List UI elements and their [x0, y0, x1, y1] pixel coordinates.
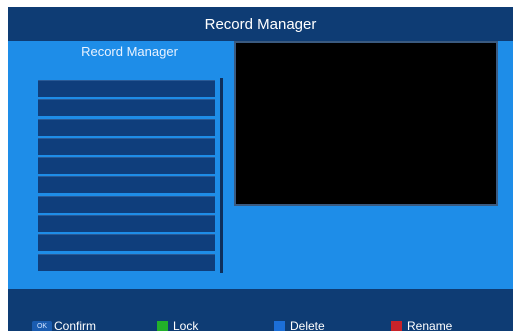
record-row[interactable]: [38, 195, 215, 213]
blue-key-icon: [274, 320, 285, 331]
confirm-label: Confirm: [54, 319, 97, 331]
panel-title: Record Manager: [81, 44, 178, 59]
lock-label: Lock: [173, 319, 199, 331]
video-preview: [234, 41, 498, 206]
delete-label: Delete: [290, 319, 325, 331]
footer-hints: OK Confirm Lock Delete Rename: [8, 289, 513, 331]
record-row[interactable]: [38, 253, 215, 271]
record-row[interactable]: [38, 118, 215, 136]
record-row[interactable]: [38, 137, 215, 155]
record-row[interactable]: [38, 234, 215, 252]
record-row[interactable]: [38, 157, 215, 175]
window-title: Record Manager: [8, 7, 513, 41]
record-manager-screen: Record Manager Record Manager OK Confirm…: [8, 7, 513, 331]
rename-hint[interactable]: Rename: [391, 319, 452, 331]
record-row[interactable]: [38, 176, 215, 194]
record-row[interactable]: [38, 80, 215, 97]
rename-label: Rename: [407, 319, 453, 331]
list-scrollbar[interactable]: [220, 78, 223, 273]
green-key-icon: [157, 320, 168, 331]
ok-key-icon: OK: [32, 320, 52, 331]
record-row[interactable]: [38, 99, 215, 117]
main-panel: Record Manager: [8, 41, 513, 289]
record-row[interactable]: [38, 215, 215, 233]
confirm-hint[interactable]: OK Confirm: [32, 319, 96, 331]
lock-hint[interactable]: Lock: [157, 319, 198, 331]
delete-hint[interactable]: Delete: [274, 319, 325, 331]
record-list: [38, 80, 215, 273]
red-key-icon: [391, 320, 402, 331]
